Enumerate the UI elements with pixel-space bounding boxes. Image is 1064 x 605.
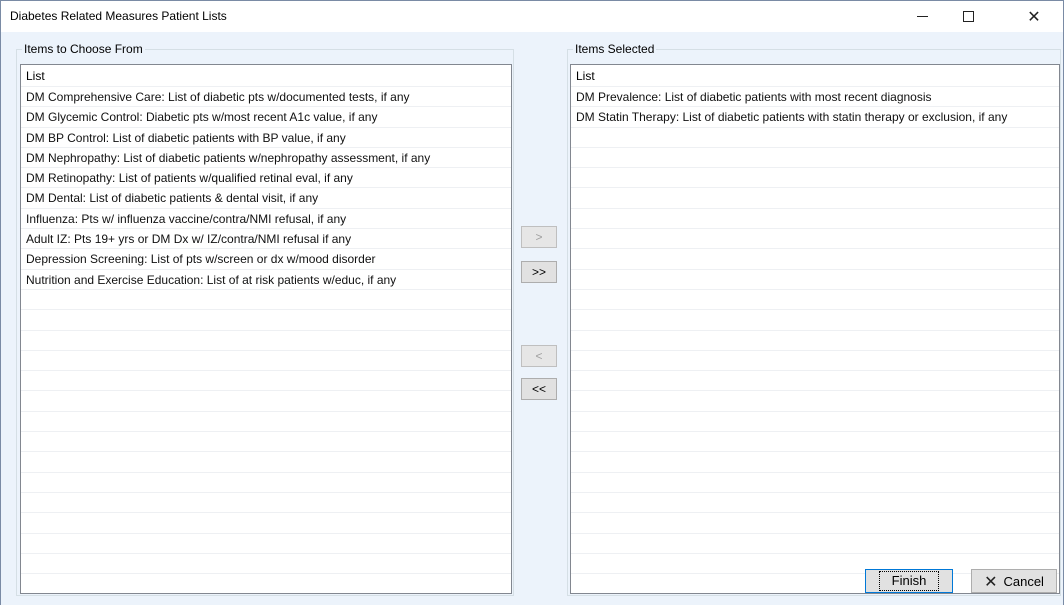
- empty-list-row: [21, 534, 511, 554]
- empty-list-row: [571, 452, 1059, 473]
- minimize-button[interactable]: [899, 1, 945, 32]
- x-icon: ✕: [984, 571, 998, 591]
- empty-list-row: [21, 452, 511, 473]
- selected-items-list[interactable]: List DM Prevalence: List of diabetic pat…: [570, 64, 1060, 594]
- empty-list-row: [21, 432, 511, 453]
- finish-label: Finish: [878, 571, 940, 591]
- dialog-window: Diabetes Related Measures Patient Lists …: [0, 0, 1064, 605]
- remove-all-button[interactable]: <<: [521, 378, 557, 400]
- remove-item-button[interactable]: <: [521, 345, 557, 367]
- empty-list-row: [21, 310, 511, 331]
- empty-list-row: [571, 128, 1059, 148]
- list-item[interactable]: DM Prevalence: List of diabetic patients…: [571, 87, 1059, 108]
- empty-list-row: [571, 534, 1059, 554]
- empty-list-row: [571, 209, 1059, 230]
- list-item[interactable]: DM Comprehensive Care: List of diabetic …: [21, 87, 511, 108]
- cancel-label: Cancel: [1003, 573, 1044, 589]
- title-bar: Diabetes Related Measures Patient Lists …: [1, 1, 1063, 32]
- list-header: List: [21, 65, 511, 87]
- empty-list-row: [21, 412, 511, 433]
- empty-list-row: [571, 310, 1059, 331]
- empty-list-row: [21, 513, 511, 534]
- empty-list-row: [571, 270, 1059, 290]
- add-item-button[interactable]: >: [521, 226, 557, 248]
- list-item[interactable]: DM Nephropathy: List of diabetic patient…: [21, 148, 511, 169]
- items-to-choose-label: Items to Choose From: [22, 42, 145, 56]
- list-item[interactable]: DM Retinopathy: List of patients w/quali…: [21, 168, 511, 189]
- close-button[interactable]: ✕: [1011, 1, 1057, 32]
- empty-list-row: [21, 371, 511, 392]
- list-item[interactable]: DM BP Control: List of diabetic patients…: [21, 128, 511, 148]
- maximize-button[interactable]: [945, 1, 991, 32]
- empty-list-row: [571, 229, 1059, 250]
- finish-button[interactable]: Finish: [865, 569, 953, 593]
- list-item[interactable]: Nutrition and Exercise Education: List o…: [21, 270, 511, 290]
- empty-list-row: [571, 148, 1059, 169]
- cancel-button[interactable]: ✕ Cancel: [971, 569, 1057, 593]
- empty-list-row: [571, 493, 1059, 514]
- empty-list-row: [21, 351, 511, 372]
- items-selected-label: Items Selected: [573, 42, 657, 56]
- empty-list-row: [571, 331, 1059, 351]
- empty-list-row: [571, 391, 1059, 412]
- list-item[interactable]: DM Statin Therapy: List of diabetic pati…: [571, 107, 1059, 128]
- empty-list-row: [21, 391, 511, 412]
- window-title: Diabetes Related Measures Patient Lists: [10, 9, 227, 23]
- list-item[interactable]: DM Dental: List of diabetic patients & d…: [21, 188, 511, 209]
- empty-list-row: [571, 513, 1059, 534]
- empty-list-row: [21, 493, 511, 514]
- empty-list-row: [21, 290, 511, 311]
- list-item[interactable]: Influenza: Pts w/ influenza vaccine/cont…: [21, 209, 511, 230]
- empty-list-row: [571, 290, 1059, 311]
- empty-list-row: [21, 554, 511, 575]
- dialog-body: Items to Choose From Items Selected List…: [1, 32, 1063, 605]
- empty-list-row: [571, 432, 1059, 453]
- empty-list-row: [571, 188, 1059, 209]
- empty-list-row: [571, 249, 1059, 270]
- empty-list-row: [571, 168, 1059, 189]
- close-icon: ✕: [1027, 7, 1041, 26]
- empty-list-row: [571, 412, 1059, 433]
- empty-list-row: [571, 473, 1059, 493]
- maximize-icon: [962, 11, 974, 22]
- minimize-icon: [916, 16, 928, 17]
- list-header: List: [571, 65, 1059, 87]
- empty-list-row: [571, 371, 1059, 392]
- empty-list-row: [571, 351, 1059, 372]
- empty-list-row: [21, 473, 511, 493]
- empty-list-row: [21, 574, 511, 593]
- list-item[interactable]: Depression Screening: List of pts w/scre…: [21, 249, 511, 270]
- available-items-list[interactable]: List DM Comprehensive Care: List of diab…: [20, 64, 512, 594]
- empty-list-row: [21, 331, 511, 351]
- add-all-button[interactable]: >>: [521, 261, 557, 283]
- list-item[interactable]: DM Glycemic Control: Diabetic pts w/most…: [21, 107, 511, 128]
- list-item[interactable]: Adult IZ: Pts 19+ yrs or DM Dx w/ IZ/con…: [21, 229, 511, 250]
